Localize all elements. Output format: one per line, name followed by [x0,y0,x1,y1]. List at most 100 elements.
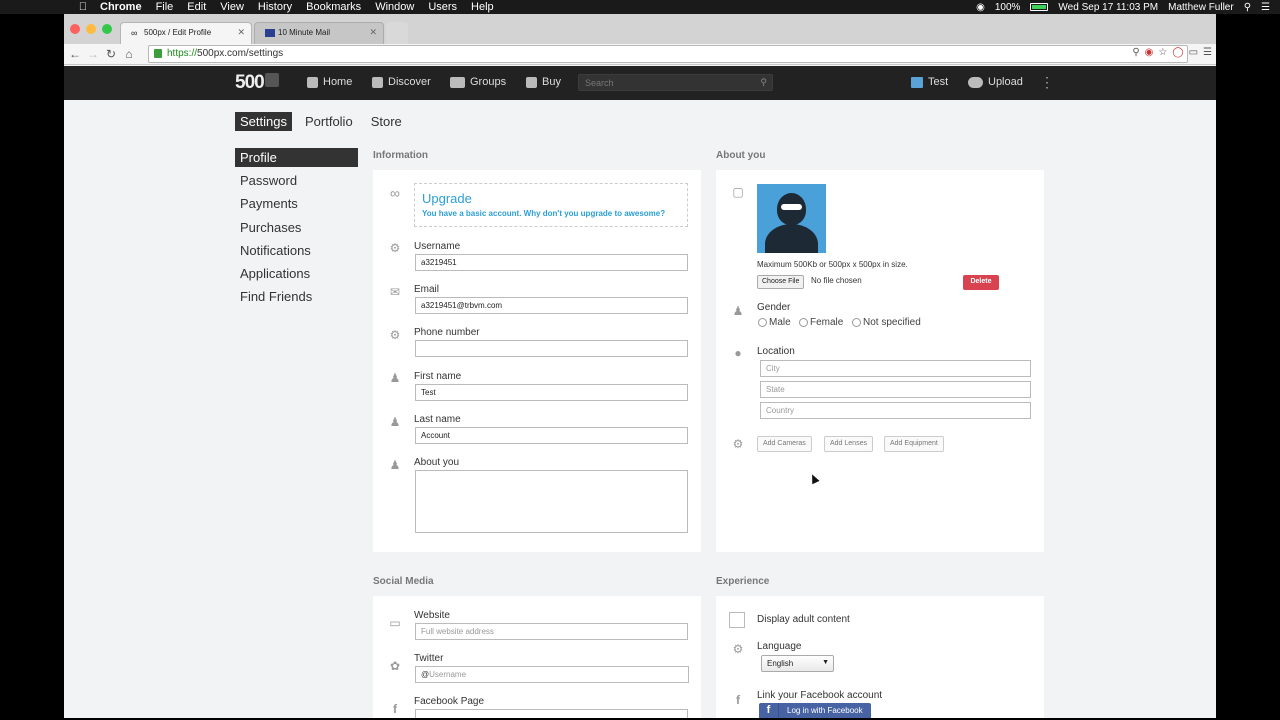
tab-title: 10 Minute Mail [278,28,331,37]
sidebar-item-purchases[interactable]: Purchases [235,218,358,241]
window-controls [70,24,112,34]
logo[interactable]: 500 [235,72,279,94]
menu-window[interactable]: Window [375,1,414,13]
clock[interactable]: Wed Sep 17 11:03 PM [1058,2,1158,13]
delete-photo-button[interactable]: Delete [963,275,999,290]
facebook-logo-icon: f [759,703,779,718]
no-file-text: No file chosen [811,276,862,285]
facebook-page-label: Facebook Page [414,696,485,707]
reload-icon[interactable]: ↻ [102,47,120,61]
chat-icon [450,76,465,88]
new-tab-button[interactable] [386,22,408,44]
cast-icon[interactable]: ▭ [1189,47,1198,58]
website-input[interactable]: Full website address [415,623,688,640]
back-arrow-icon[interactable]: ← [66,47,84,61]
tab-10-minute-mail[interactable]: 10 Minute Mail ✕ [254,22,384,44]
email-input[interactable]: a3219451@trbvm.com [415,297,688,314]
notification-center-icon[interactable]: ☰ [1261,2,1270,13]
about-you-textarea[interactable] [415,470,688,533]
nav-home[interactable]: Home [307,76,352,88]
subnav-settings[interactable]: Settings [235,112,292,131]
add-equipment-button[interactable]: Add Equipment [884,436,944,452]
nav-groups[interactable]: Groups [450,76,506,88]
forward-arrow-icon[interactable]: → [84,47,102,61]
first-name-input[interactable]: Test [415,384,688,401]
block-icon[interactable]: ◉ [1145,47,1154,58]
menu-bookmarks[interactable]: Bookmarks [306,1,361,13]
menu-file[interactable]: File [156,1,174,13]
search-icon[interactable]: ⚲ [760,77,767,88]
subnav-store[interactable]: Store [366,112,407,131]
search-icon[interactable]: ⚲ [1132,47,1139,58]
sidebar-item-find-friends[interactable]: Find Friends [235,287,358,310]
profile-photo[interactable] [757,184,826,253]
home-icon[interactable]: ⌂ [120,47,138,61]
menu-edit[interactable]: Edit [187,1,206,13]
close-tab-icon[interactable]: ✕ [237,27,245,38]
facebook-page-input[interactable] [415,709,688,718]
gender-male-radio[interactable]: Male [758,317,791,328]
nav-buy[interactable]: Buy [526,76,561,88]
language-select[interactable]: English ▼ [761,655,834,672]
current-user[interactable]: Matthew Fuller [1168,2,1234,13]
close-tab-icon[interactable]: ✕ [369,27,377,38]
battery-icon[interactable] [1030,3,1049,11]
sidebar-item-applications[interactable]: Applications [235,264,358,287]
wifi-icon[interactable]: ◉ [976,2,985,13]
gear-icon: ⚙ [732,642,744,656]
facebook-login-button[interactable]: f Log in with Facebook [759,703,871,718]
upgrade-banner[interactable]: Upgrade You have a basic account. Why do… [414,183,688,227]
email-label: Email [414,284,440,295]
user-menu[interactable]: Test [911,76,948,88]
more-icon[interactable]: ⋮ [1040,74,1054,91]
facebook-icon: f [393,702,397,716]
first-name-label: First name [414,371,462,382]
last-name-input[interactable]: Account [415,427,688,444]
choose-file-button[interactable]: Choose File [757,275,805,289]
sidebar-item-profile[interactable]: Profile [235,148,358,167]
menu-history[interactable]: History [258,1,292,13]
upload-button[interactable]: Upload [968,76,1023,88]
radio-label: Male [769,317,791,328]
spotlight-icon[interactable]: ⚲ [1244,2,1251,13]
menu-icon[interactable]: ☰ [1203,47,1212,58]
city-input[interactable]: City [760,360,1031,377]
user-name: Test [928,76,949,88]
upload-label: Upload [988,76,1023,88]
menu-users[interactable]: Users [428,1,457,13]
subnav-portfolio[interactable]: Portfolio [300,112,358,131]
about-heading: About you [716,150,766,161]
adult-content-checkbox[interactable] [729,612,745,628]
gender-not-specified-radio[interactable]: Not specified [852,317,921,328]
sidebar-item-password[interactable]: Password [235,171,358,194]
opera-icon[interactable]: ◯ [1172,47,1183,58]
add-lenses-button[interactable]: Add Lenses [824,436,873,452]
menu-view[interactable]: View [220,1,244,13]
gender-female-radio[interactable]: Female [799,317,843,328]
tab-500px-edit-profile[interactable]: ∞ 500px / Edit Profile ✕ [120,22,252,44]
upgrade-subtitle[interactable]: You have a basic account. Why don't you … [422,209,665,218]
twitter-input[interactable]: @Username [415,666,689,683]
radio-label: Not specified [863,317,921,328]
website-icon: ▭ [389,616,401,630]
sidebar-item-notifications[interactable]: Notifications [235,241,358,264]
sidebar-item-payments[interactable]: Payments [235,194,358,217]
country-input[interactable]: Country [760,402,1031,419]
username-input[interactable]: a3219451 [415,254,688,271]
site-search-input[interactable]: Search ⚲ [578,74,773,91]
star-icon[interactable]: ☆ [1158,47,1167,58]
add-cameras-button[interactable]: Add Cameras [757,436,812,452]
minimize-window-button[interactable] [86,24,96,34]
upgrade-title[interactable]: Upgrade [422,191,472,206]
apple-icon[interactable]:  [76,1,90,13]
state-input[interactable]: State [760,381,1031,398]
address-bar[interactable]: https://500px.com/settings [148,45,1188,63]
close-window-button[interactable] [70,24,80,34]
phone-input[interactable] [415,340,688,357]
last-name-label: Last name [414,414,461,425]
menu-chrome[interactable]: Chrome [100,1,142,13]
nav-discover[interactable]: Discover [372,76,431,88]
person-icon: ♟ [389,458,401,472]
zoom-window-button[interactable] [102,24,112,34]
menu-help[interactable]: Help [471,1,494,13]
